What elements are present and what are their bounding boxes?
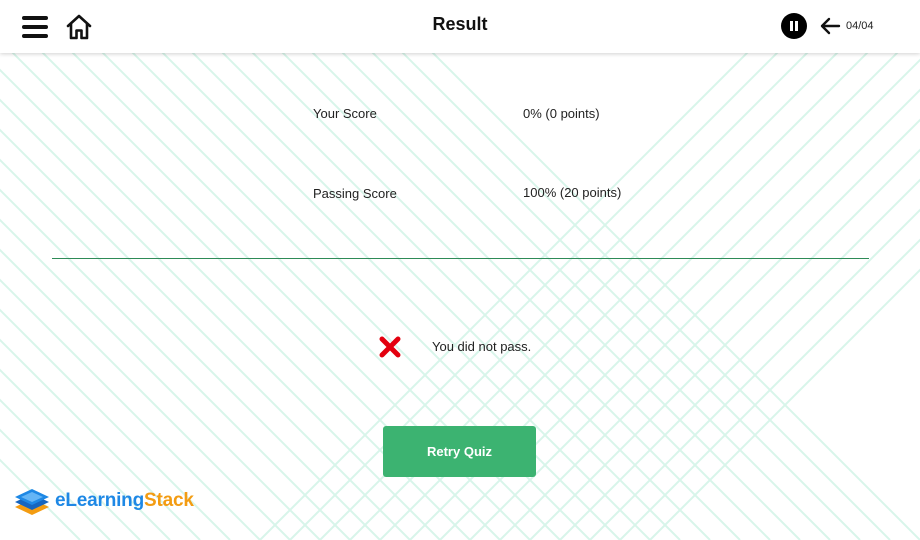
elearningstack-logo: eLearningStack (13, 484, 194, 518)
logo-text-part2: Stack (144, 490, 194, 511)
pause-icon[interactable] (781, 13, 807, 39)
top-bar: Result 04/04 (0, 0, 920, 53)
passing-score-label: Passing Score (313, 186, 397, 201)
arrow-left-icon[interactable] (819, 16, 841, 36)
your-score-label: Your Score (313, 106, 377, 121)
your-score-value: 0% (0 points) (523, 106, 600, 121)
page-counter: 04/04 (846, 20, 874, 32)
logo-text: eLearningStack (55, 490, 194, 512)
result-message: You did not pass. (432, 339, 532, 354)
passing-score-value: 100% (20 points) (523, 185, 622, 200)
result-slide: Result 04/04 Your Score 0% (0 points) Pa… (0, 0, 920, 540)
result-divider (52, 258, 869, 259)
logo-text-part1: eLearning (55, 490, 144, 511)
retry-quiz-button[interactable]: Retry Quiz (383, 426, 536, 477)
cross-icon (378, 335, 402, 359)
stacked-books-icon (15, 489, 49, 515)
